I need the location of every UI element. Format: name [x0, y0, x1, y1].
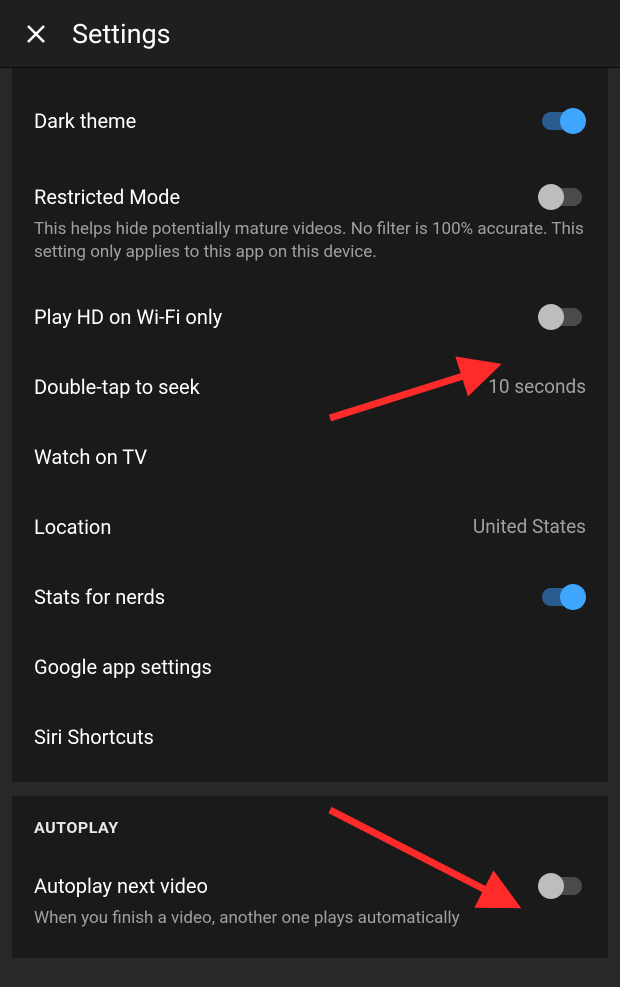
- siri-label: Siri Shortcuts: [34, 725, 154, 749]
- siri-row[interactable]: Siri Shortcuts: [34, 702, 586, 772]
- restricted-mode-toggle[interactable]: [538, 184, 586, 210]
- autoplay-next-toggle[interactable]: [538, 873, 586, 899]
- play-hd-row[interactable]: Play HD on Wi-Fi only: [34, 282, 586, 352]
- stats-row[interactable]: Stats for nerds: [34, 562, 586, 632]
- general-settings-panel: Dark theme Restricted Mode This helps hi…: [12, 68, 608, 782]
- autoplay-next-row[interactable]: Autoplay next video: [34, 845, 586, 915]
- location-value: United States: [473, 515, 586, 538]
- close-icon: [24, 22, 48, 46]
- page-title: Settings: [72, 18, 171, 50]
- settings-header: Settings: [0, 0, 620, 68]
- double-tap-label: Double-tap to seek: [34, 375, 200, 399]
- autoplay-header: AUTOPLAY: [34, 818, 586, 845]
- autoplay-panel: AUTOPLAY Autoplay next video When you fi…: [12, 796, 608, 958]
- restricted-mode-row[interactable]: Restricted Mode: [34, 156, 586, 226]
- location-row[interactable]: Location United States: [34, 492, 586, 562]
- double-tap-row[interactable]: Double-tap to seek 10 seconds: [34, 352, 586, 422]
- google-app-row[interactable]: Google app settings: [34, 632, 586, 702]
- dark-theme-toggle[interactable]: [538, 108, 586, 134]
- google-app-label: Google app settings: [34, 655, 212, 679]
- play-hd-toggle[interactable]: [538, 304, 586, 330]
- location-label: Location: [34, 515, 111, 539]
- stats-toggle[interactable]: [538, 584, 586, 610]
- restricted-mode-desc: This helps hide potentially mature video…: [34, 218, 586, 282]
- autoplay-next-label: Autoplay next video: [34, 874, 208, 898]
- dark-theme-label: Dark theme: [34, 109, 136, 133]
- watch-tv-label: Watch on TV: [34, 445, 147, 469]
- dark-theme-row[interactable]: Dark theme: [34, 86, 586, 156]
- play-hd-label: Play HD on Wi-Fi only: [34, 305, 222, 329]
- double-tap-value: 10 seconds: [488, 375, 586, 398]
- watch-tv-row[interactable]: Watch on TV: [34, 422, 586, 492]
- stats-label: Stats for nerds: [34, 585, 165, 609]
- close-button[interactable]: [16, 14, 56, 54]
- restricted-mode-label: Restricted Mode: [34, 185, 180, 209]
- autoplay-next-desc: When you finish a video, another one pla…: [34, 907, 586, 930]
